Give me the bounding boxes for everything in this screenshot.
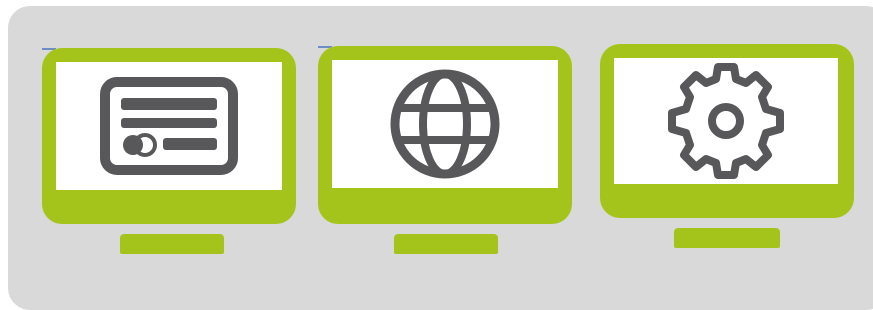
monitor-card xyxy=(42,48,296,254)
globe-icon xyxy=(332,60,558,188)
credit-card-icon xyxy=(56,62,282,190)
gear-icon xyxy=(614,58,838,184)
monitor-stand xyxy=(674,228,780,248)
monitor-stand xyxy=(120,234,224,254)
monitor-stand xyxy=(394,234,498,254)
monitor-globe xyxy=(318,46,572,254)
monitor-gear xyxy=(600,44,854,248)
